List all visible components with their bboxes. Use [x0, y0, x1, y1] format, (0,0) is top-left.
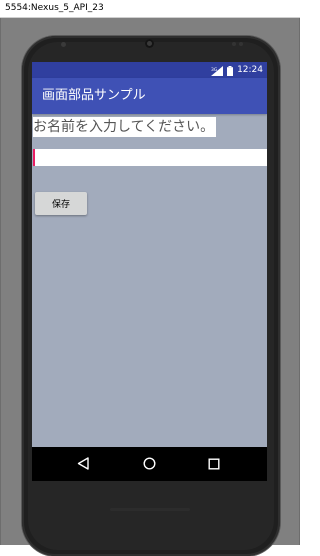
speaker-dot	[239, 42, 243, 46]
front-sensor	[61, 42, 66, 47]
back-icon	[77, 455, 90, 474]
bottom-speaker	[110, 508, 190, 511]
name-input[interactable]	[33, 149, 267, 166]
home-icon	[142, 455, 156, 474]
emulator-title-bar: 5554:Nexus_5_API_23	[0, 0, 300, 18]
status-bar: 3G 12:24	[32, 62, 267, 78]
recents-icon	[208, 455, 220, 474]
signal-icon: 3G	[211, 62, 224, 80]
app-title: 画面部品サンプル	[42, 88, 146, 103]
device-screen: 3G 12:24 画面部品サンプル お名前を入力してください。 保存	[32, 62, 267, 481]
emulator-title: 5554:Nexus_5_API_23	[5, 3, 104, 13]
battery-icon	[227, 62, 234, 80]
front-camera	[145, 39, 154, 48]
network-type-label: 3G	[211, 67, 218, 73]
speaker-dot	[232, 42, 236, 46]
save-button[interactable]: 保存	[35, 192, 87, 215]
name-prompt-label: お名前を入力してください。	[33, 117, 217, 137]
status-icons: 3G 12:24	[211, 64, 263, 76]
status-time: 12:24	[237, 64, 263, 75]
home-button[interactable]	[129, 447, 169, 481]
recents-button[interactable]	[194, 447, 234, 481]
back-button[interactable]	[63, 447, 103, 481]
app-toolbar: 画面部品サンプル	[32, 78, 267, 114]
navigation-bar	[32, 447, 267, 481]
